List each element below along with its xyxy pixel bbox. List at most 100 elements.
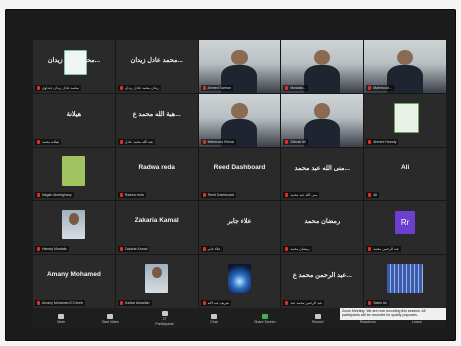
muted-microphone-icon	[285, 139, 289, 144]
participant-tile[interactable]: رمضان محمد رمضان محمد	[281, 201, 364, 255]
participant-tile[interactable]: Nagah Abdelghany	[33, 147, 115, 201]
participant-name: Ahmed Sarhan	[207, 85, 231, 90]
participant-name: Mahmoud...	[373, 85, 392, 90]
participant-tile[interactable]: شريف عبد الله	[198, 255, 281, 308]
participant-display-name: Reed Dashboard	[213, 163, 266, 171]
toolbar-label: Share Screen	[254, 319, 276, 324]
participant-name-label: Reed Dashboard	[200, 192, 237, 199]
muted-microphone-icon	[202, 247, 206, 252]
participant-tile[interactable]: Haidar Abdallah	[115, 255, 198, 308]
participant-tile[interactable]: Ahmed Hamdy	[364, 93, 446, 147]
participant-tile[interactable]: Zeinab Ali	[281, 93, 364, 147]
participant-display-name: Ali	[400, 163, 410, 171]
participant-name: شريف عبد الله	[207, 300, 230, 305]
participant-name: عبد الرحمن محمد عبد	[290, 300, 323, 305]
chat-icon	[210, 313, 217, 319]
participant-tile[interactable]: محمد عادل زيدان... زيدان محمد عادل زيدان	[115, 40, 198, 93]
avatar: Rr	[395, 210, 415, 235]
share-screen-button[interactable]: Share Screen	[254, 313, 276, 324]
zoom-window: محمد عادل زيدان... محمد عادل زيدان جيداوي…	[33, 40, 446, 329]
participant-tile[interactable]: محمد عادل زيدان... محمد عادل زيدان جيداوي	[33, 40, 115, 93]
participant-name: Hamdy Mostafa	[42, 247, 67, 252]
participant-name-label: Radwa reda	[117, 192, 146, 199]
participant-name: Radwa reda	[124, 193, 144, 198]
muted-microphone-icon	[37, 247, 40, 252]
toolbar-label: Participants	[155, 322, 174, 326]
participant-name: Ahmed Hamdy	[373, 139, 397, 144]
participant-name: Reed Dashboard	[207, 193, 235, 198]
participant-display-name: محمد عادل زيدان...	[130, 57, 183, 64]
participant-name-label: Ahmed Hamdy	[366, 138, 399, 145]
participant-name: منى الله عبد محمد	[290, 193, 318, 198]
participant-name-label: Saleh Ali	[366, 299, 389, 306]
participant-name: محمد عادل زيدان جيداوي	[42, 85, 79, 90]
participant-tile[interactable]: عبد الرحمن محمد ع... عبد الرحمن محمد عبد	[281, 255, 364, 308]
participant-display-name: عبد الرحمن محمد ع...	[292, 272, 352, 280]
profile-face	[68, 213, 79, 225]
muted-microphone-icon	[119, 300, 123, 305]
profile-picture	[393, 103, 419, 133]
participant-name: Zeinab Ali	[290, 139, 306, 144]
muted-microphone-icon	[285, 300, 289, 305]
participant-tile[interactable]: Ahmed Sarhan	[198, 40, 281, 93]
participant-tile[interactable]: Reed Dashboard Reed Dashboard	[198, 147, 281, 201]
muted-microphone-icon	[37, 139, 40, 144]
participant-tile[interactable]: Mostafa...	[281, 40, 364, 93]
participant-tile[interactable]: هبة الله محمد ع... هبة الله محمد عادل	[115, 93, 198, 147]
participant-name: Mahmoud Elkhat	[207, 139, 234, 144]
participant-name-label: محمد عادل زيدان جيداوي	[35, 84, 81, 91]
muted-microphone-icon	[202, 193, 206, 198]
participant-tile[interactable]: Zakaria Kamal Zakaria Kamal	[115, 201, 198, 255]
muted-microphone-icon	[37, 85, 40, 90]
chat-button[interactable]: Chat	[210, 313, 218, 324]
toolbar-label: Mute	[57, 319, 66, 324]
participant-tile[interactable]: منى الله عبد محمد... منى الله عبد محمد	[281, 147, 364, 201]
participant-display-name: منى الله عبد محمد...	[294, 164, 350, 172]
participant-display-name: علاء جابر	[227, 218, 252, 226]
participant-head	[231, 49, 248, 66]
participant-name-label: زيدان محمد عادل زيدان	[117, 84, 162, 91]
record-icon	[314, 313, 321, 319]
participant-tile[interactable]: Amany Mohamed Amany Mohamed El Deeb	[33, 255, 115, 308]
participant-name: هبة الله محمد عادل	[124, 139, 153, 144]
participant-name: Mostafa...	[290, 85, 306, 90]
participant-name-label: Ali	[366, 192, 380, 199]
muted-microphone-icon	[119, 85, 123, 90]
profile-picture	[228, 263, 251, 294]
participant-name: علاء جابر	[207, 247, 221, 252]
start-video-button[interactable]: Start Video	[102, 313, 119, 324]
toolbar-label: Chat	[210, 319, 218, 324]
participant-name-label: Amany Mohamed El Deeb	[35, 299, 85, 306]
participant-name-label: Mahmoud Elkhat	[200, 138, 236, 145]
record-button[interactable]: Record	[312, 313, 324, 324]
participant-name: Ali	[373, 193, 378, 198]
muted-microphone-icon	[368, 247, 372, 252]
participant-tile[interactable]: Hamdy Mostafa	[33, 201, 115, 255]
muted-microphone-icon	[368, 139, 372, 144]
participant-tile[interactable]: Radwa reda Radwa reda	[115, 147, 198, 201]
participant-name-label: Zakaria Kamal	[117, 246, 150, 253]
participant-name: Haidar Abdallah	[124, 300, 150, 305]
muted-microphone-icon	[202, 300, 206, 305]
gallery-grid: محمد عادل زيدان... محمد عادل زيدان جيداوي…	[33, 40, 446, 308]
participant-name-label: منى الله عبد محمد	[283, 192, 320, 199]
participant-tile[interactable]: Ali Ali	[364, 147, 446, 201]
participant-name-label: هيلانة محمد	[35, 138, 61, 145]
mute-button[interactable]: Mute	[57, 313, 66, 324]
participant-display-name: محمد عادل زيدان...	[47, 57, 101, 64]
recording-notice: Zoom Meeting: We are now recording this …	[340, 308, 446, 320]
participant-tile[interactable]: Mahmoud...	[364, 40, 446, 93]
participant-head	[231, 103, 248, 120]
participant-tile[interactable]: Mahmoud Elkhat	[198, 93, 281, 147]
participant-tile[interactable]: Saleh Ali	[364, 255, 446, 308]
participant-name: زيدان محمد عادل زيدان	[124, 85, 160, 90]
participants-button[interactable]: 27 Participants	[155, 311, 174, 326]
toolbar-label: Record	[312, 319, 324, 324]
participant-tile[interactable]: هيلانة هيلانة محمد	[33, 93, 115, 147]
muted-microphone-icon	[37, 300, 40, 305]
participant-name: هيلانة محمد	[42, 139, 59, 144]
participant-tile[interactable]: Rr عبد الرحمن محمد	[364, 201, 446, 255]
participant-tile[interactable]: علاء جابر علاء جابر	[198, 201, 281, 255]
microphone-icon	[58, 313, 65, 319]
participant-display-name: Zakaria Kamal	[134, 217, 179, 225]
